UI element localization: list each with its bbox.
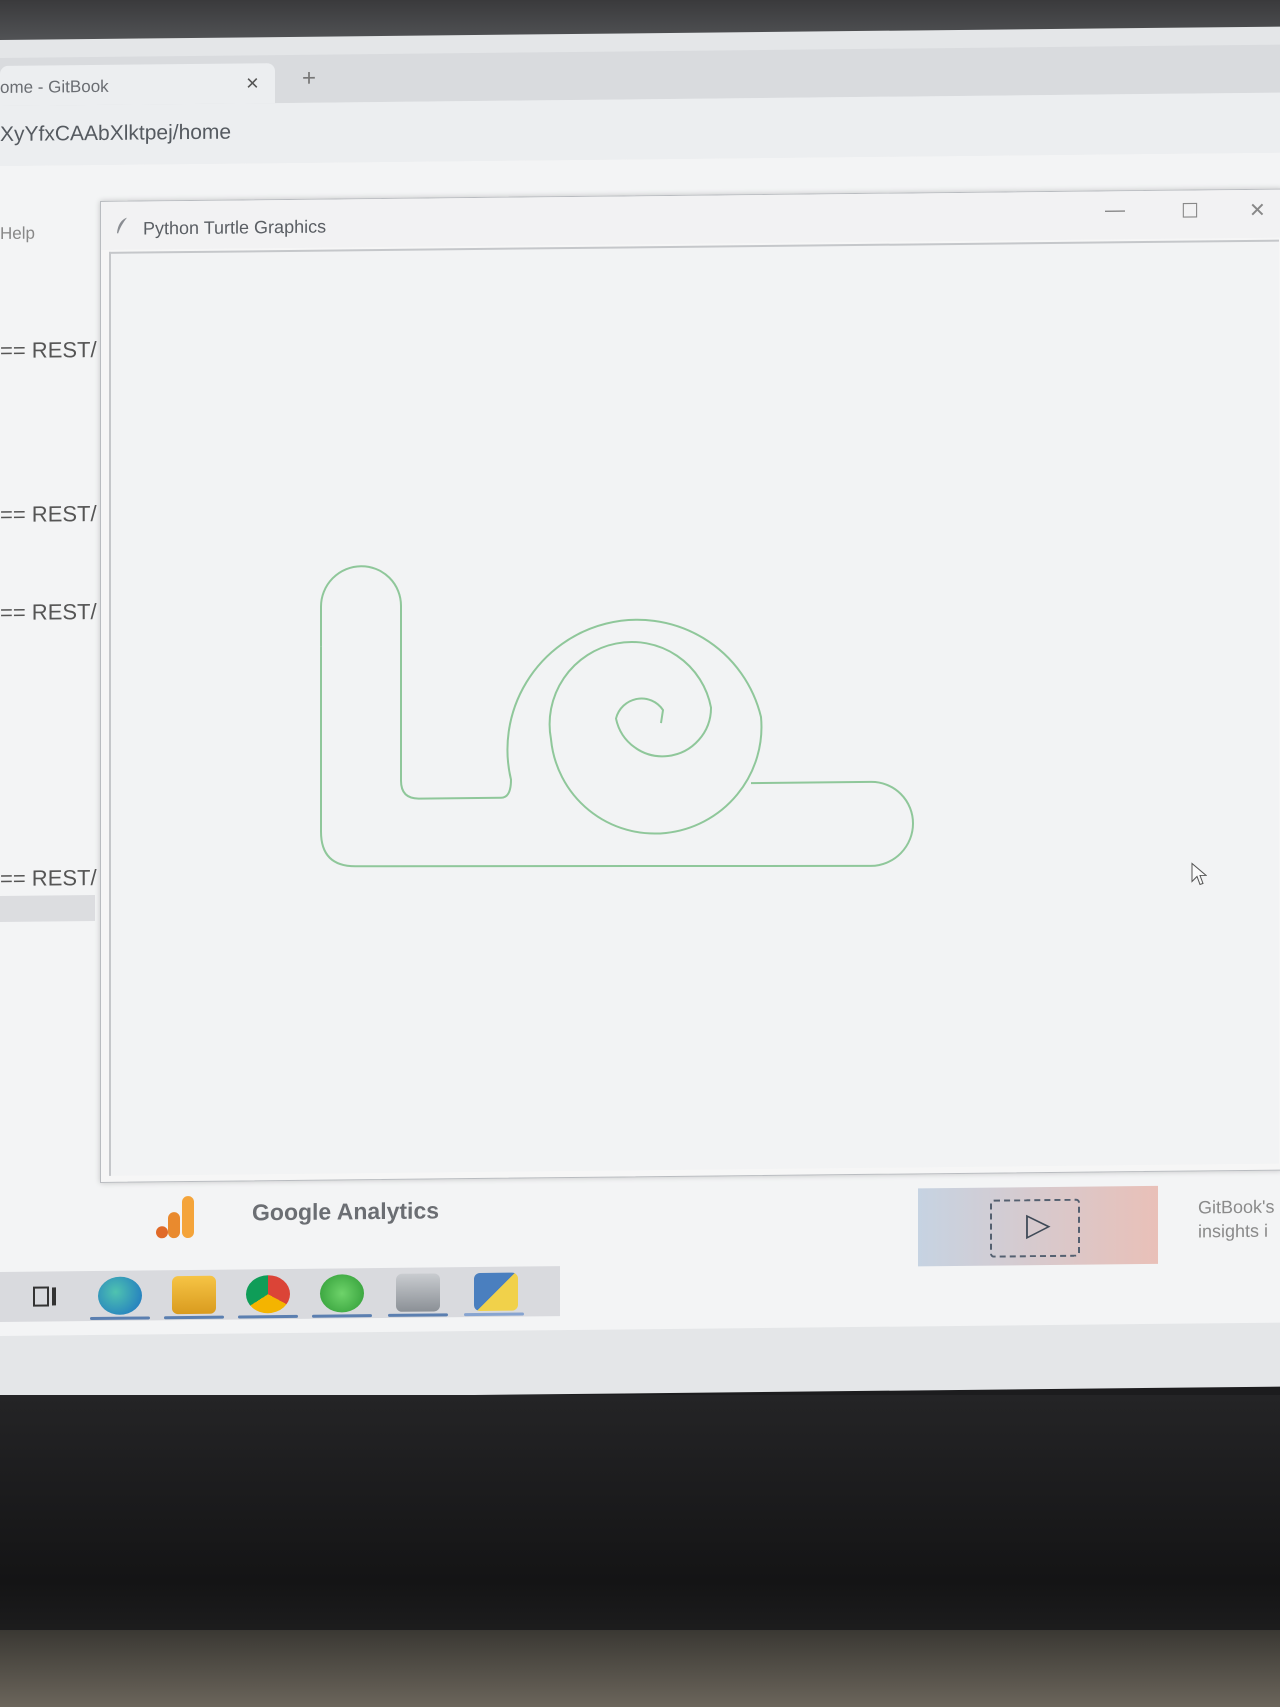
minimize-button[interactable]: — — [1105, 199, 1125, 222]
app-icon[interactable] — [396, 1273, 440, 1312]
promo-text: GitBook's insights i — [1198, 1195, 1274, 1244]
restart-line: == REST/ — [0, 864, 97, 891]
edge-icon[interactable] — [98, 1276, 142, 1315]
maximize-button[interactable]: ☐ — [1181, 198, 1199, 223]
chrome-icon[interactable] — [246, 1274, 290, 1314]
restart-line: == REST/ — [0, 336, 97, 363]
turtle-canvas[interactable] — [109, 239, 1279, 1176]
tab-close-icon[interactable]: × — [246, 70, 259, 96]
snail-foot-outline — [320, 646, 914, 868]
play-icon[interactable]: ▷ — [1026, 1205, 1051, 1243]
snail-drawing — [320, 565, 914, 868]
wechat-icon[interactable] — [320, 1274, 364, 1313]
desk-surface — [0, 1630, 1280, 1707]
taskbar — [0, 1266, 560, 1322]
tab-title: ome - GitBook — [0, 76, 109, 97]
file-explorer-icon[interactable] — [172, 1275, 216, 1315]
mouse-cursor-icon — [1191, 862, 1207, 886]
url-text[interactable]: XyYfxCAAbXlktpej/home — [0, 121, 231, 147]
promo-line: insights i — [1198, 1220, 1269, 1242]
chrome-running-indicator — [238, 1314, 298, 1319]
app-running-indicator — [388, 1313, 448, 1317]
python-running-indicator — [464, 1312, 524, 1317]
explorer-running-indicator — [164, 1315, 224, 1320]
screen: ome - GitBook × + XyYfxCAAbXlktpej/home … — [0, 26, 1280, 1401]
window-title: Python Turtle Graphics — [143, 216, 327, 239]
promo-line: GitBook's — [1198, 1196, 1275, 1218]
google-analytics-label: Google Analytics — [252, 1197, 440, 1226]
restart-line: == REST/ — [0, 598, 97, 625]
video-thumbnail[interactable]: ▷ — [918, 1185, 1158, 1267]
snail-body-outline — [320, 565, 763, 835]
new-tab-icon[interactable]: + — [302, 65, 316, 93]
feather-icon — [117, 217, 127, 234]
restart-line: == REST/ — [0, 500, 97, 527]
google-analytics-icon — [156, 1196, 194, 1239]
python-icon[interactable] — [474, 1272, 518, 1312]
menu-help[interactable]: Help — [0, 224, 35, 244]
edge-running-indicator — [90, 1316, 150, 1321]
shell-scroll-divider — [0, 895, 95, 922]
browser-tab[interactable]: ome - GitBook × — [0, 63, 275, 106]
task-view-icon[interactable] — [26, 1277, 70, 1315]
turtle-window: Python Turtle Graphics — ☐ ✕ — [100, 188, 1280, 1183]
close-button[interactable]: ✕ — [1249, 198, 1266, 223]
wechat-running-indicator — [312, 1314, 372, 1318]
